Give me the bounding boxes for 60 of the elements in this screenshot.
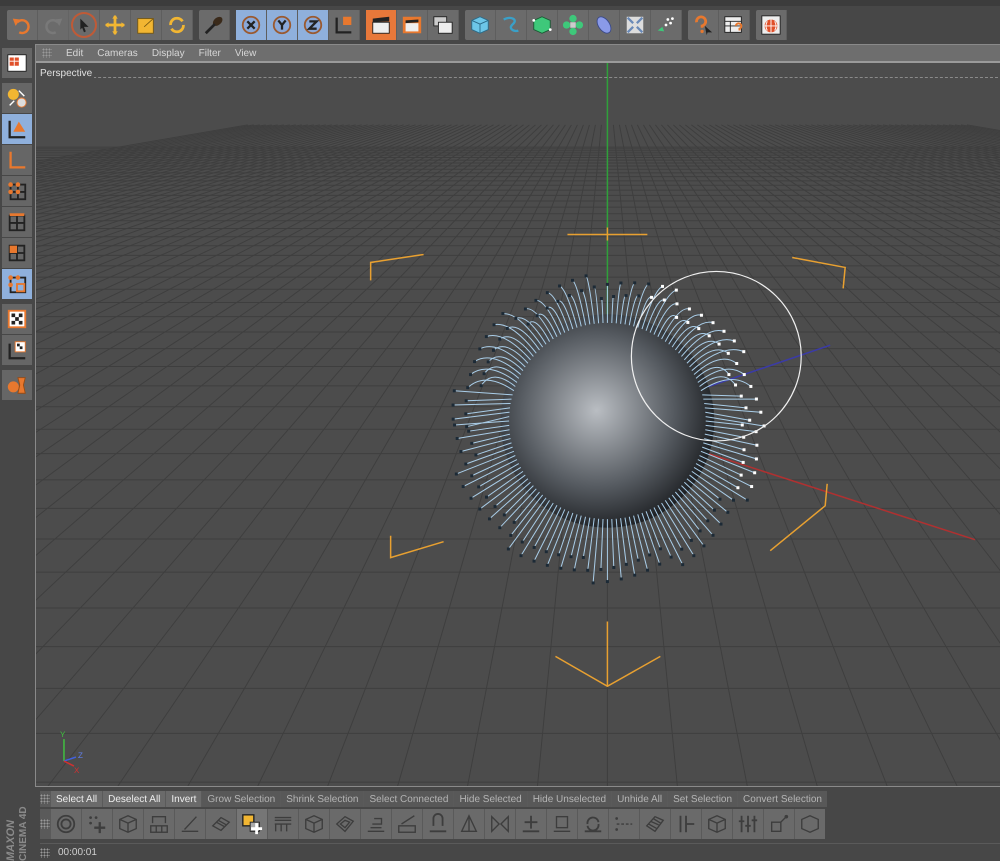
brush-icon — [203, 14, 225, 36]
axis-gizmo-drawing — [63, 739, 76, 767]
time-display: 00:00:01 — [58, 847, 97, 858]
mode-button[interactable] — [2, 114, 32, 144]
checker-axis-icon — [6, 339, 28, 361]
mode-button[interactable] — [2, 304, 32, 334]
viewport-menu-item[interactable]: Edit — [66, 48, 84, 58]
clapperboards-icon — [432, 14, 454, 36]
grip-handle[interactable] — [40, 848, 50, 858]
move-cross-icon — [104, 14, 126, 36]
z-axis-icon — [302, 14, 324, 36]
mode-button[interactable] — [2, 48, 32, 78]
toolbar-button[interactable] — [298, 10, 329, 40]
mode-button[interactable] — [2, 335, 32, 365]
viewport-label: Perspective — [38, 66, 94, 81]
mirror-icon — [489, 813, 511, 836]
sliders-icon — [737, 813, 759, 836]
points-plus-icon — [86, 813, 108, 836]
spheres-icon — [6, 87, 28, 109]
cursor-icon — [73, 14, 95, 36]
globe-icon — [760, 14, 782, 36]
viewport-menu-item[interactable]: Cameras — [97, 48, 138, 58]
bridge-icon — [148, 813, 170, 836]
toolbar-button[interactable] — [236, 10, 267, 40]
grip-handle[interactable] — [42, 48, 52, 58]
axis-triangle-icon — [6, 118, 28, 140]
grid-square-icon — [6, 242, 28, 264]
toolbar-button[interactable] — [267, 10, 298, 40]
viewport-menu-item[interactable]: Filter — [198, 48, 221, 58]
question-cursor-icon — [692, 14, 714, 36]
grip-handle[interactable] — [40, 794, 50, 804]
grid-edge-icon — [6, 211, 28, 233]
grid-points-square-icon — [6, 273, 28, 295]
arrows-out-icon — [624, 14, 646, 36]
toolbar-button[interactable] — [366, 10, 397, 40]
mode-button[interactable] — [2, 269, 32, 299]
rotate-arrows-icon — [166, 14, 188, 36]
flower-icon — [562, 14, 584, 36]
rings-icon — [55, 813, 77, 836]
command-button[interactable]: Deselect All — [103, 791, 166, 807]
table-question-icon — [723, 14, 745, 36]
logo-text: MAXON — [6, 819, 17, 861]
checkerboard-icon — [6, 308, 28, 330]
grid-points-icon — [6, 180, 28, 202]
layout-grid-icon — [6, 52, 28, 74]
shapes-icon — [6, 374, 28, 396]
x-axis-icon — [240, 14, 262, 36]
viewport-menu-item[interactable]: View — [234, 48, 256, 58]
squares-plus-icon — [241, 813, 263, 836]
command-button[interactable]: Select All — [51, 791, 102, 807]
clapperboard-icon — [370, 14, 392, 36]
y-axis-icon — [271, 14, 293, 36]
slash-icon — [396, 813, 418, 836]
plus-icon — [520, 813, 542, 836]
clapperboard-icon — [401, 14, 423, 36]
logo-text: CINEMA 4D — [18, 805, 29, 861]
viewport-menu-item[interactable]: Display — [152, 48, 185, 58]
modeling-tool-button[interactable] — [237, 809, 267, 840]
command-button[interactable]: Invert — [166, 791, 202, 807]
grip-handle[interactable] — [40, 819, 50, 830]
